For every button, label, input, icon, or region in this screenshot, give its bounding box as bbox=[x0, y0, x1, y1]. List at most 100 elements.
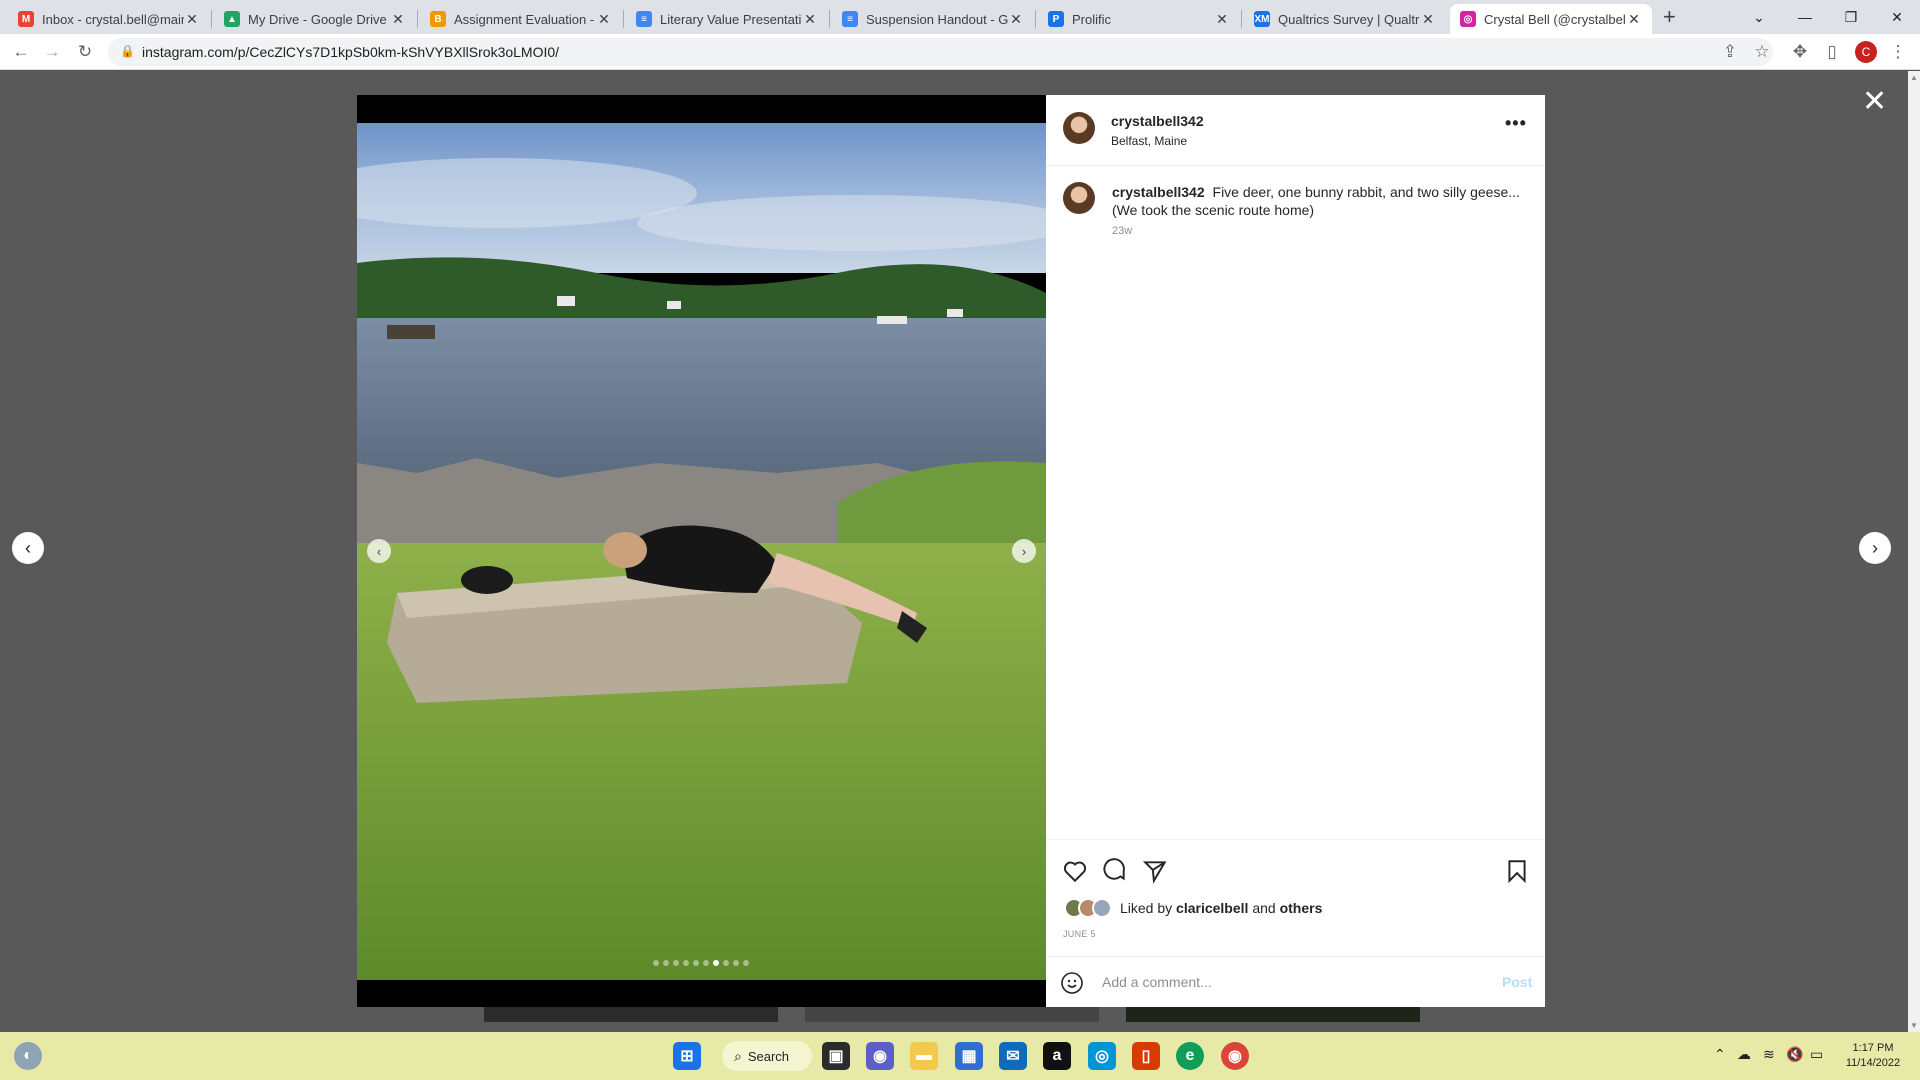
post-date[interactable]: JUNE 5 bbox=[1063, 929, 1096, 939]
file-explorer-icon[interactable]: ▬ bbox=[910, 1042, 938, 1070]
browser-tab[interactable]: M Inbox - crystal.bell@maine ✕ bbox=[8, 4, 210, 34]
close-tab-icon[interactable]: ✕ bbox=[1626, 11, 1642, 28]
post-header: crystalbell342 Belfast, Maine ••• bbox=[1046, 95, 1545, 166]
lock-icon: 🔒 bbox=[120, 44, 135, 58]
mail-icon[interactable]: ✉ bbox=[999, 1042, 1027, 1070]
post-photo[interactable] bbox=[357, 123, 1046, 980]
new-tab-button[interactable]: + bbox=[1663, 4, 1676, 30]
extensions-icon[interactable]: ✥ bbox=[1788, 40, 1812, 64]
tab-separator bbox=[211, 10, 212, 28]
author-username[interactable]: crystalbell342 bbox=[1111, 113, 1204, 129]
carousel-dot bbox=[683, 960, 689, 966]
microsoft-store-icon[interactable]: ▦ bbox=[955, 1042, 983, 1070]
page-scrollbar[interactable]: ▲ ▼ bbox=[1908, 71, 1920, 1032]
liked-by-and: and bbox=[1252, 900, 1276, 916]
teams-chat-icon[interactable]: ◉ bbox=[866, 1042, 894, 1070]
edge-icon[interactable]: e bbox=[1176, 1042, 1204, 1070]
liked-by-text: Liked by claricelbell and others bbox=[1120, 900, 1322, 916]
browser-tab[interactable]: XM Qualtrics Survey | Qualtrics ✕ bbox=[1244, 4, 1446, 34]
weather-icon[interactable]: ◐ bbox=[14, 1042, 42, 1070]
carousel-dot bbox=[743, 960, 749, 966]
comment-input[interactable]: Add a comment... bbox=[1102, 974, 1212, 990]
more-options-icon[interactable]: ••• bbox=[1505, 113, 1527, 134]
browser-tab[interactable]: ◎ Crystal Bell (@crystalbell34✕ bbox=[1450, 4, 1652, 34]
close-tab-icon[interactable]: ✕ bbox=[802, 11, 818, 28]
previous-post-button[interactable]: ‹ bbox=[12, 532, 44, 564]
browser-tab[interactable]: ≡ Literary Value Presentation ✕ bbox=[626, 4, 828, 34]
comment-icon[interactable] bbox=[1102, 858, 1128, 884]
liker-avatar[interactable] bbox=[1092, 898, 1112, 918]
task-view-icon[interactable]: ▣ bbox=[822, 1042, 850, 1070]
system-clock[interactable]: 1:17 PM 11/14/2022 bbox=[1838, 1041, 1908, 1071]
browser-tab[interactable]: P Prolific ✕ bbox=[1038, 4, 1240, 34]
close-tab-icon[interactable]: ✕ bbox=[1008, 11, 1024, 28]
side-panel-icon[interactable]: ▯ bbox=[1820, 40, 1844, 64]
close-tab-icon[interactable]: ✕ bbox=[596, 11, 612, 28]
profile-avatar[interactable]: C bbox=[1855, 41, 1877, 63]
wifi-icon[interactable]: ≋ bbox=[1763, 1046, 1775, 1063]
windows-start-icon[interactable]: ⊞ bbox=[673, 1042, 701, 1070]
liked-by-user-link[interactable]: claricelbell bbox=[1176, 900, 1248, 916]
tab-title: Assignment Evaluation - M bbox=[454, 11, 596, 27]
harbor-scene-image bbox=[357, 123, 1046, 980]
back-icon[interactable]: ← bbox=[9, 40, 33, 64]
search-label: Search bbox=[747, 1048, 790, 1064]
carousel-prev-icon[interactable]: ‹ bbox=[367, 539, 391, 563]
carousel-dot bbox=[733, 960, 739, 966]
close-window-icon[interactable]: ✕ bbox=[1874, 0, 1920, 34]
show-hidden-icons[interactable]: ⌃ bbox=[1714, 1046, 1726, 1063]
like-heart-icon[interactable] bbox=[1062, 858, 1088, 884]
post-location[interactable]: Belfast, Maine bbox=[1111, 134, 1187, 148]
scroll-up-icon[interactable]: ▲ bbox=[1910, 73, 1918, 82]
close-tab-icon[interactable]: ✕ bbox=[390, 11, 406, 28]
emoji-icon[interactable] bbox=[1060, 971, 1084, 995]
share-direct-icon[interactable] bbox=[1142, 858, 1168, 884]
taskbar-search[interactable]: ⌕ Search bbox=[722, 1041, 812, 1071]
caption-username[interactable]: crystalbell342 bbox=[1112, 184, 1205, 200]
scroll-down-icon[interactable]: ▼ bbox=[1910, 1021, 1918, 1030]
background-grid-thumb bbox=[484, 1006, 778, 1022]
background-grid-thumb bbox=[1126, 1006, 1420, 1022]
chrome-icon[interactable]: ◉ bbox=[1221, 1042, 1249, 1070]
tab-strip: + ⌄ — ❐ ✕ M Inbox - crystal.bell@maine ✕ ▲ M… bbox=[0, 0, 1920, 34]
restore-icon[interactable]: ❐ bbox=[1828, 0, 1874, 34]
amazon-icon[interactable]: a bbox=[1043, 1042, 1071, 1070]
tab-search-icon[interactable]: ⌄ bbox=[1736, 0, 1782, 34]
office-icon[interactable]: ▯ bbox=[1132, 1042, 1160, 1070]
carousel-next-icon[interactable]: › bbox=[1012, 539, 1036, 563]
liked-by-others-link[interactable]: others bbox=[1280, 900, 1323, 916]
reload-icon[interactable]: ↻ bbox=[73, 40, 97, 64]
address-bar[interactable]: 🔒 instagram.com/p/CecZlCYs7D1kpSb0km-kSh… bbox=[108, 38, 1773, 66]
carousel-dot bbox=[653, 960, 659, 966]
author-avatar[interactable] bbox=[1063, 112, 1095, 144]
forward-icon[interactable]: → bbox=[40, 40, 64, 64]
tab-title: My Drive - Google Drive bbox=[248, 11, 387, 27]
carousel-dot bbox=[663, 960, 669, 966]
close-tab-icon[interactable]: ✕ bbox=[1420, 11, 1436, 28]
next-post-button[interactable]: › bbox=[1859, 532, 1891, 564]
save-bookmark-icon[interactable] bbox=[1504, 858, 1530, 884]
menu-icon[interactable]: ⋮ bbox=[1886, 40, 1910, 64]
post-comment-button[interactable]: Post bbox=[1502, 974, 1532, 990]
caption-avatar[interactable] bbox=[1063, 182, 1095, 214]
caption-time-ago[interactable]: 23w bbox=[1112, 225, 1132, 237]
tab-title: Qualtrics Survey | Qualtrics bbox=[1278, 11, 1420, 27]
browser-tab[interactable]: B Assignment Evaluation - M ✕ bbox=[420, 4, 622, 34]
battery-icon[interactable]: ▭ bbox=[1810, 1046, 1823, 1063]
close-modal-icon[interactable]: ✕ bbox=[1862, 84, 1887, 119]
hp-icon[interactable]: ◎ bbox=[1088, 1042, 1116, 1070]
carousel-dot bbox=[673, 960, 679, 966]
tab-title: Literary Value Presentation bbox=[660, 11, 802, 27]
minimize-icon[interactable]: — bbox=[1782, 0, 1828, 34]
url-text[interactable]: instagram.com/p/CecZlCYs7D1kpSb0km-kShVY… bbox=[142, 44, 559, 60]
share-icon[interactable]: ⇪ bbox=[1718, 40, 1742, 64]
close-tab-icon[interactable]: ✕ bbox=[1214, 11, 1230, 28]
liked-by-row: Liked by claricelbell and others bbox=[1064, 898, 1322, 918]
bookmark-star-icon[interactable]: ☆ bbox=[1750, 40, 1774, 64]
browser-tab[interactable]: ≡ Suspension Handout - Goo ✕ bbox=[832, 4, 1034, 34]
onedrive-icon[interactable]: ☁ bbox=[1737, 1046, 1751, 1063]
volume-muted-icon[interactable]: 🔇 bbox=[1786, 1046, 1803, 1063]
browser-tab[interactable]: ▲ My Drive - Google Drive ✕ bbox=[214, 4, 416, 34]
carousel-dot bbox=[723, 960, 729, 966]
close-tab-icon[interactable]: ✕ bbox=[184, 11, 200, 28]
